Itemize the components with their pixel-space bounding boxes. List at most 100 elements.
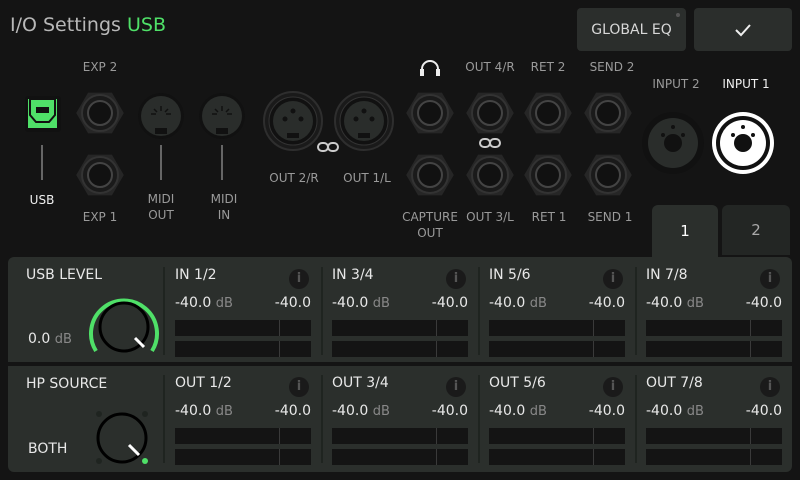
channel-name: IN 1/2 bbox=[175, 267, 217, 283]
meter-marker bbox=[593, 341, 594, 357]
usb-level-knob[interactable] bbox=[86, 293, 162, 359]
exp1-jack-icon[interactable] bbox=[75, 153, 125, 197]
channel-name: IN 5/6 bbox=[489, 267, 531, 283]
row-divider bbox=[8, 362, 792, 366]
ret2-jack-icon[interactable] bbox=[523, 91, 573, 135]
meter-marker bbox=[436, 428, 437, 444]
value-unit: dB bbox=[54, 332, 72, 347]
meter-left bbox=[646, 320, 782, 336]
hp-source-knob[interactable] bbox=[92, 407, 158, 469]
out1l-xlr-icon[interactable] bbox=[334, 91, 394, 151]
right-level: -40.0 bbox=[431, 295, 468, 311]
level-unit: dB bbox=[686, 296, 704, 311]
out4r-jack-icon[interactable] bbox=[465, 91, 515, 135]
right-level: -40.0 bbox=[588, 295, 625, 311]
column-divider bbox=[478, 267, 480, 355]
link-icon[interactable] bbox=[317, 142, 339, 152]
meter-marker bbox=[593, 449, 594, 465]
ret1-jack-icon[interactable] bbox=[523, 153, 573, 197]
meter-right bbox=[332, 449, 468, 465]
info-icon[interactable]: i bbox=[446, 377, 466, 397]
channel-name: OUT 1/2 bbox=[175, 375, 232, 391]
meter-marker bbox=[436, 341, 437, 357]
info-icon[interactable]: i bbox=[760, 377, 780, 397]
meter-left bbox=[489, 428, 625, 444]
level-unit: dB bbox=[215, 404, 233, 419]
send1-label: SEND 1 bbox=[587, 210, 633, 224]
level-unit: dB bbox=[215, 296, 233, 311]
meter-marker bbox=[279, 449, 280, 465]
level-unit: dB bbox=[529, 296, 547, 311]
send2-jack-icon[interactable] bbox=[583, 91, 633, 135]
channel-name: OUT 3/4 bbox=[332, 375, 389, 391]
out1l-label: OUT 1/L bbox=[343, 171, 391, 185]
exp1-label: EXP 1 bbox=[82, 210, 118, 224]
level-unit: dB bbox=[686, 404, 704, 419]
meter-right bbox=[646, 449, 782, 465]
level-value: -40.0 bbox=[332, 295, 369, 311]
output-channel: OUT 7/8 i -40.0 dB -40.0 bbox=[646, 375, 782, 465]
info-icon[interactable]: i bbox=[603, 377, 623, 397]
send1-jack-icon[interactable] bbox=[583, 153, 633, 197]
info-icon[interactable]: i bbox=[289, 377, 309, 397]
input2-label: INPUT 2 bbox=[652, 77, 700, 91]
info-icon[interactable]: i bbox=[446, 269, 466, 289]
column-divider bbox=[163, 375, 165, 463]
hp-source-value: BOTH bbox=[28, 441, 68, 457]
capture-out-jack-icon[interactable] bbox=[405, 153, 455, 197]
usb-level-label: USB LEVEL bbox=[26, 267, 103, 283]
level-value: -40.0 bbox=[175, 295, 212, 311]
channel-name: IN 3/4 bbox=[332, 267, 374, 283]
midi-in-port-icon[interactable] bbox=[198, 92, 246, 140]
meter-right bbox=[646, 341, 782, 357]
tab-label: 2 bbox=[751, 221, 761, 239]
meter-marker bbox=[436, 449, 437, 465]
level-value: -40.0 bbox=[332, 403, 369, 419]
meter-marker bbox=[436, 320, 437, 336]
info-icon[interactable]: i bbox=[289, 269, 309, 289]
meter-marker bbox=[279, 320, 280, 336]
input1-combo-icon[interactable] bbox=[712, 112, 774, 174]
tab-1[interactable]: 1 bbox=[652, 205, 718, 257]
info-icon[interactable]: i bbox=[760, 269, 780, 289]
midi-in-label: MIDI IN bbox=[211, 191, 238, 223]
out2r-label: OUT 2/R bbox=[269, 171, 319, 185]
headphone-jack-icon[interactable] bbox=[405, 91, 455, 135]
meter-marker bbox=[750, 341, 751, 357]
send2-label: SEND 2 bbox=[589, 60, 635, 74]
midi-out-port-icon[interactable] bbox=[137, 92, 185, 140]
right-level: -40.0 bbox=[274, 403, 311, 419]
meter-left bbox=[332, 428, 468, 444]
input-channel: IN 1/2 i -40.0 dB -40.0 bbox=[175, 267, 311, 357]
input-channel: IN 7/8 i -40.0 dB -40.0 bbox=[646, 267, 782, 357]
left-level: -40.0 dB bbox=[646, 295, 704, 311]
label-line: MIDI bbox=[210, 192, 238, 206]
meter-right bbox=[175, 449, 311, 465]
right-level: -40.0 bbox=[588, 403, 625, 419]
meter-marker bbox=[279, 428, 280, 444]
meter-marker bbox=[750, 320, 751, 336]
link-icon[interactable] bbox=[479, 138, 501, 148]
out4r-label: OUT 4/R bbox=[465, 60, 515, 74]
meter-left bbox=[646, 428, 782, 444]
info-icon[interactable]: i bbox=[603, 269, 623, 289]
tab-2[interactable]: 2 bbox=[722, 205, 790, 255]
input2-combo-icon[interactable] bbox=[642, 112, 704, 174]
out3l-label: OUT 3/L bbox=[466, 210, 514, 224]
exp2-jack-icon[interactable] bbox=[75, 91, 125, 135]
out2r-xlr-icon[interactable] bbox=[263, 91, 323, 151]
input1-label: INPUT 1 bbox=[722, 77, 770, 91]
value-number: 0.0 bbox=[28, 331, 51, 347]
level-value: -40.0 bbox=[646, 295, 683, 311]
usb-level-value: 0.0 dB bbox=[28, 331, 72, 347]
meter-left bbox=[175, 320, 311, 336]
label-line: MIDI bbox=[147, 192, 175, 206]
out3l-jack-icon[interactable] bbox=[465, 153, 515, 197]
meter-right bbox=[175, 341, 311, 357]
ret2-label: RET 2 bbox=[530, 60, 566, 74]
meter-right bbox=[489, 341, 625, 357]
usb-port-icon[interactable] bbox=[25, 96, 61, 132]
column-divider bbox=[635, 267, 637, 355]
channel-name: OUT 5/6 bbox=[489, 375, 546, 391]
meter-right bbox=[332, 341, 468, 357]
